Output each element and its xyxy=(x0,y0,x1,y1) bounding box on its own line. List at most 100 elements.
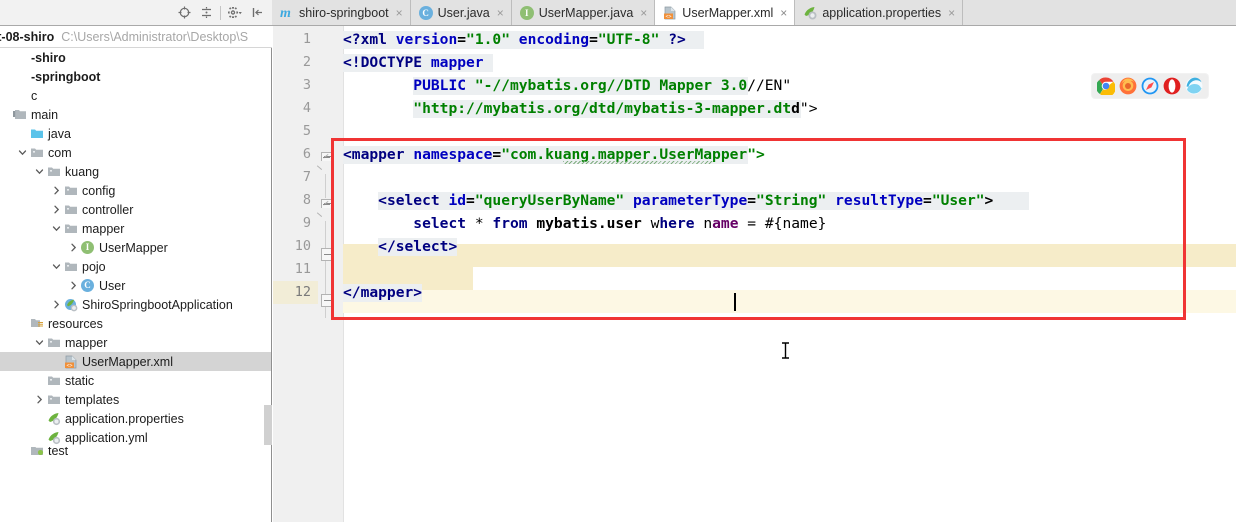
chevron-right-icon[interactable] xyxy=(68,280,79,291)
hide-panel-icon[interactable] xyxy=(246,3,268,23)
tree-item-usermapper-xml[interactable]: <> UserMapper.xml xyxy=(0,352,271,371)
tree-item-static[interactable]: static xyxy=(0,371,271,390)
chevron-right-icon[interactable] xyxy=(51,299,62,310)
tree-item-label: ShiroSpringbootApplication xyxy=(82,297,233,312)
tree-item-application-properties[interactable]: application.properties xyxy=(0,409,271,428)
spring-properties-icon xyxy=(803,6,817,20)
tree-item-label: UserMapper xyxy=(99,240,168,255)
line-number: 3 xyxy=(302,77,311,93)
chevron-down-icon[interactable] xyxy=(34,166,45,177)
firefox-icon[interactable] xyxy=(1119,77,1137,95)
xml-file-icon: <> xyxy=(64,355,78,369)
folder-icon xyxy=(47,336,61,350)
source-folder-icon xyxy=(13,108,27,122)
line-number: 11 xyxy=(294,261,311,277)
editor-tab-usermapper-xml[interactable]: <> UserMapper.xml × xyxy=(655,0,796,25)
code-line: select * from mybatis.user where name = … xyxy=(413,215,827,232)
code-editor[interactable]: 1 2 3 4 5 6 7 8 9 10 11 12 <?xml version="1.0" enco… xyxy=(273,26,1236,522)
settings-gear-icon[interactable] xyxy=(224,3,246,23)
fold-handle-line10[interactable] xyxy=(321,248,334,261)
editor-tab-shiro-springboot[interactable]: m shiro-springboot × xyxy=(272,0,411,25)
tree-item-label: application.yml xyxy=(65,430,148,445)
project-tree[interactable]: -shiro -springboot c main java com kuang config… xyxy=(0,48,272,522)
text-caret xyxy=(734,293,736,311)
tree-item-label: mapper xyxy=(82,221,125,236)
editor-tab-bar[interactable]: m shiro-springboot × C User.java × I UserMapper… xyxy=(272,0,1236,26)
chrome-icon[interactable] xyxy=(1095,77,1116,97)
code-line: <mapper namespace="com.kuang.mapper.User… xyxy=(343,146,765,164)
line-number: 8 xyxy=(302,192,311,208)
test-folder-icon xyxy=(30,447,44,455)
editor-tab-application-properties[interactable]: application.properties × xyxy=(795,0,964,25)
tree-item-config[interactable]: config xyxy=(0,181,271,200)
chevron-right-icon[interactable] xyxy=(51,185,62,196)
fold-handle-line8[interactable] xyxy=(316,199,334,217)
safari-icon[interactable] xyxy=(1141,77,1159,95)
tree-item-application-yml[interactable]: application.yml xyxy=(0,428,271,447)
tree-item-main[interactable]: main xyxy=(0,105,271,124)
inspection-squiggle xyxy=(563,161,713,164)
tree-item-kuang[interactable]: kuang xyxy=(0,162,271,181)
package-icon xyxy=(30,146,44,160)
xml-file-icon: <> xyxy=(663,6,677,20)
tree-item-com[interactable]: com xyxy=(0,143,271,162)
close-icon[interactable]: × xyxy=(495,7,504,19)
svg-text:<>: <> xyxy=(666,14,672,20)
chevron-down-icon[interactable] xyxy=(51,261,62,272)
tree-item-label: static xyxy=(65,373,95,388)
close-icon[interactable]: × xyxy=(638,7,647,19)
tree-item-test[interactable]: test xyxy=(0,447,271,455)
project-name: oot-08-shiro xyxy=(0,29,55,44)
tree-item--shiro[interactable]: -shiro xyxy=(0,48,271,67)
tree-item-user[interactable]: C User xyxy=(0,276,271,295)
maven-module-icon: m xyxy=(280,5,291,21)
tab-label: application.properties xyxy=(822,5,942,20)
edge-icon[interactable] xyxy=(1185,77,1203,95)
chevron-right-icon[interactable] xyxy=(34,394,45,405)
spring-properties-icon xyxy=(47,412,61,426)
chevron-right-icon[interactable] xyxy=(68,242,79,253)
package-icon xyxy=(47,165,61,179)
line-number: 6 xyxy=(302,146,311,162)
chevron-down-icon[interactable] xyxy=(51,223,62,234)
tree-item-mapper[interactable]: mapper xyxy=(0,219,271,238)
opera-icon[interactable] xyxy=(1163,77,1181,95)
fold-gutter[interactable] xyxy=(318,26,344,522)
tree-item-mapper[interactable]: mapper xyxy=(0,333,271,352)
fold-handle-line12[interactable] xyxy=(321,294,334,307)
tree-item-resources[interactable]: resources xyxy=(0,314,271,333)
tree-item-java[interactable]: java xyxy=(0,124,271,143)
close-icon[interactable]: × xyxy=(394,7,403,19)
tree-item--springboot[interactable]: -springboot xyxy=(0,67,271,86)
code-line: <?xml version="1.0" encoding="UTF-8" ?> xyxy=(343,28,1236,51)
project-tree-scrollbar[interactable] xyxy=(264,405,272,445)
tree-item-c[interactable]: c xyxy=(0,86,271,105)
line-number: 10 xyxy=(294,238,311,254)
line-number: 7 xyxy=(302,169,311,185)
collapse-all-icon[interactable] xyxy=(195,3,217,23)
ide-window: oot-08-shiro C:\Users\Administrator\Desk… xyxy=(0,0,1236,522)
browser-launcher-bar[interactable] xyxy=(1092,74,1208,98)
tree-item-pojo[interactable]: pojo xyxy=(0,257,271,276)
editor-tab-usermapper-java[interactable]: I UserMapper.java × xyxy=(512,0,656,25)
tree-item-templates[interactable]: templates xyxy=(0,390,271,409)
close-icon[interactable]: × xyxy=(946,7,955,19)
tree-item-usermapper[interactable]: I UserMapper xyxy=(0,238,271,257)
tree-item-controller[interactable]: controller xyxy=(0,200,271,219)
locate-icon[interactable] xyxy=(173,3,195,23)
close-icon[interactable]: × xyxy=(778,7,787,19)
tree-item-label: config xyxy=(82,183,116,198)
line-number: 4 xyxy=(302,100,311,116)
code-line: <!DOCTYPE mapper xyxy=(343,51,1236,74)
tree-item-label: com xyxy=(48,145,72,160)
chevron-right-icon[interactable] xyxy=(51,204,62,215)
editor-tab-user-java[interactable]: C User.java × xyxy=(411,0,512,25)
tree-item-shirospringbootapplication[interactable]: ShiroSpringbootApplication xyxy=(0,295,271,314)
tree-item-label: pojo xyxy=(82,259,106,274)
code-line: <select id="queryUserByName" parameterTy… xyxy=(343,189,1236,212)
chevron-down-icon[interactable] xyxy=(17,147,28,158)
chevron-down-icon[interactable] xyxy=(34,337,45,348)
code-text-area[interactable]: <?xml version="1.0" encoding="UTF-8" ?> <… xyxy=(343,26,1236,522)
fold-handle-line6[interactable] xyxy=(316,152,334,170)
